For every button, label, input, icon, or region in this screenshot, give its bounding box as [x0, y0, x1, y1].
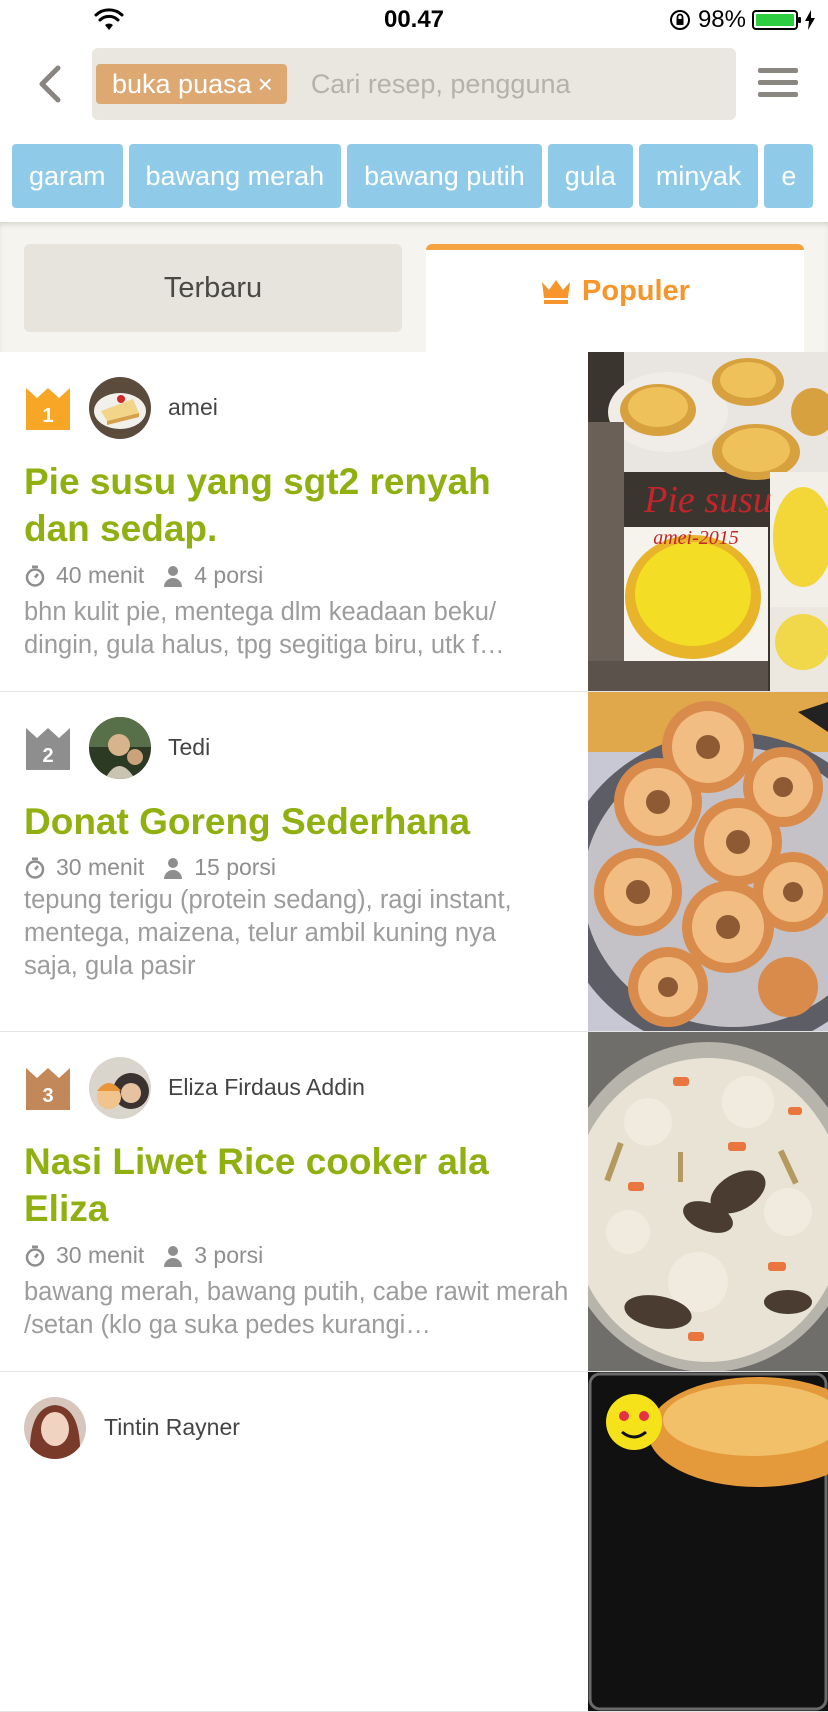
recipe-author[interactable]: Tintin Rayner: [104, 1414, 240, 1441]
recipe-ingredients: tepung terigu (protein sedang), ragi ins…: [24, 886, 512, 980]
search-filter-chip[interactable]: buka puasa ×: [96, 64, 287, 104]
search-input[interactable]: [310, 68, 691, 100]
rank-2-crown-icon: 2: [26, 728, 70, 770]
rotation-lock-icon: [669, 10, 690, 30]
recipe-list: 1 amei Pie susu yang sgt2 renyah dan sed…: [0, 352, 828, 1712]
ingredient-chip[interactable]: bawang merah: [128, 144, 342, 208]
recipe-meta: 40 menit 4 porsi: [24, 562, 263, 589]
avatar[interactable]: [24, 1397, 86, 1459]
person-icon: [164, 565, 183, 587]
recipe-photo[interactable]: [588, 1372, 828, 1711]
photo-caption: Pie susu: [643, 479, 772, 521]
recipe-author[interactable]: amei: [168, 394, 218, 421]
ingredient-filter-bar: garam bawang merah bawang putih gula min…: [12, 144, 828, 208]
timer-icon: [25, 565, 45, 587]
cook-time: 30 menit: [56, 1242, 145, 1268]
person-icon: [164, 857, 183, 879]
battery-icon: [752, 10, 801, 30]
servings: 3 porsi: [194, 1242, 264, 1268]
tab-latest[interactable]: Terbaru: [24, 244, 402, 332]
person-icon: [164, 1245, 183, 1267]
ingredient-chip[interactable]: e: [764, 144, 814, 208]
ingredient-chip[interactable]: minyak: [638, 144, 759, 208]
recipe-photo[interactable]: [588, 692, 828, 1031]
chip-label: buka puasa: [112, 69, 252, 99]
recipe-author[interactable]: Tedi: [168, 734, 210, 761]
timer-icon: [25, 1245, 45, 1267]
battery-percent: 98%: [697, 6, 746, 33]
recipe-photo[interactable]: [588, 1032, 828, 1371]
tab-popular[interactable]: Populer: [426, 244, 804, 352]
ingredient-chip[interactable]: garam: [12, 144, 123, 208]
recipe-title[interactable]: Pie susu yang sgt2 renyah dan sedap.: [24, 458, 564, 552]
recipe-card[interactable]: Tintin Rayner: [0, 1372, 828, 1712]
avatar[interactable]: [89, 377, 151, 439]
close-icon[interactable]: ×: [258, 64, 273, 104]
charging-bolt-icon: [805, 10, 815, 30]
timer-icon: [25, 857, 45, 879]
rank-1-crown-icon: 1: [26, 388, 70, 430]
photo-subcaption: amei-2015: [653, 527, 739, 549]
rank-number: 2: [42, 745, 53, 767]
recipe-ingredients: bawang merah, bawang putih, cabe rawit m…: [24, 1278, 569, 1339]
rank-3-crown-icon: 3: [26, 1068, 70, 1110]
recipe-card[interactable]: 3 Eliza Firdaus Addin Nasi Liwet Rice co…: [0, 1032, 828, 1372]
avatar[interactable]: [89, 1057, 151, 1119]
tab-popular-label: Populer: [582, 274, 690, 307]
avatar[interactable]: [89, 717, 151, 779]
back-arrow-icon[interactable]: [30, 60, 70, 108]
ingredient-chip[interactable]: bawang putih: [347, 144, 542, 208]
search-bar: buka puasa ×: [92, 48, 736, 120]
servings: 15 porsi: [194, 854, 277, 880]
ingredient-chip[interactable]: gula: [547, 144, 633, 208]
recipe-author[interactable]: Eliza Firdaus Addin: [168, 1074, 365, 1101]
recipe-card[interactable]: 2 Tedi Donat Goreng Sederhana 30 menit 1…: [0, 692, 828, 1032]
recipe-card[interactable]: 1 amei Pie susu yang sgt2 renyah dan sed…: [0, 352, 828, 692]
recipe-title[interactable]: Donat Goreng Sederhana: [24, 798, 564, 845]
sort-tabs: Terbaru Populer: [0, 222, 828, 352]
cook-time: 30 menit: [56, 854, 145, 880]
crown-icon: [542, 280, 571, 304]
rank-number: 1: [42, 405, 53, 427]
cook-time: 40 menit: [56, 562, 145, 588]
status-bar: 00.47 98%: [0, 0, 828, 40]
top-bar: buka puasa ×: [0, 40, 828, 130]
menu-icon[interactable]: [758, 68, 798, 100]
recipe-title[interactable]: Nasi Liwet Rice cooker ala Eliza: [24, 1138, 564, 1232]
recipe-ingredients: bhn kulit pie, mentega dlm keadaan beku/…: [24, 598, 505, 659]
recipe-photo[interactable]: Pie susu amei-2015: [588, 352, 828, 691]
recipe-meta: 30 menit 15 porsi: [24, 854, 276, 881]
servings: 4 porsi: [194, 562, 264, 588]
recipe-meta: 30 menit 3 porsi: [24, 1242, 263, 1269]
rank-number: 3: [42, 1085, 53, 1107]
